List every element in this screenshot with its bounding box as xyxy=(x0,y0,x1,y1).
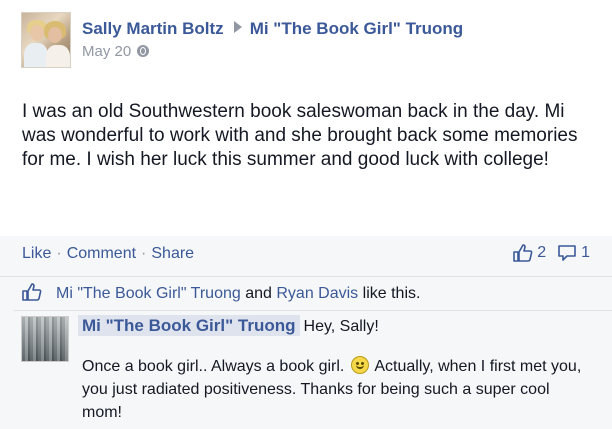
comment-bubble-icon[interactable] xyxy=(557,244,581,261)
likes-suffix: like this. xyxy=(362,285,421,302)
action-bar: Like · Comment · Share xyxy=(22,245,195,262)
post-date[interactable]: May 20 xyxy=(82,43,131,60)
comment-header: Mi "The Book Girl" Truong Hey, Sally! xyxy=(78,315,379,336)
smiley-icon xyxy=(350,356,369,374)
likes-summary: Mi "The Book Girl" Truong and Ryan Davis… xyxy=(22,283,420,303)
commenter-link[interactable]: Mi "The Book Girl" Truong xyxy=(78,315,300,336)
liker-link[interactable]: Mi "The Book Girl" Truong xyxy=(56,285,241,302)
post-body: I was an old Southwestern book saleswoma… xyxy=(22,101,578,170)
like-count[interactable]: 2 xyxy=(537,244,546,261)
divider xyxy=(14,310,612,311)
post-card: Sally Martin Boltz Mi "The Book Girl" Tru… xyxy=(0,0,612,429)
comment-count[interactable]: 1 xyxy=(581,244,590,261)
thumbs-up-icon[interactable] xyxy=(513,244,537,262)
author-link[interactable]: Sally Martin Boltz xyxy=(82,19,224,38)
commenter-avatar[interactable] xyxy=(21,316,69,362)
comment-button[interactable]: Comment xyxy=(67,245,136,262)
thumbs-up-icon xyxy=(22,283,42,301)
post-footer: Like · Comment · Share 2 1 Mi "The Book Girl… xyxy=(0,236,612,429)
divider xyxy=(0,276,612,277)
share-button[interactable]: Share xyxy=(151,245,194,262)
comment-body: Once a book girl.. Always a book girl. A… xyxy=(82,355,582,424)
target-link[interactable]: Mi "The Book Girl" Truong xyxy=(250,19,464,38)
post-meta: May 20 xyxy=(82,43,150,60)
post-header: Sally Martin Boltz Mi "The Book Girl" Tru… xyxy=(82,19,463,39)
like-button[interactable]: Like xyxy=(22,245,51,262)
author-avatar[interactable] xyxy=(21,12,71,68)
likes-and: and xyxy=(245,285,272,302)
comment-greeting: Hey, Sally! xyxy=(303,318,379,335)
comment-text-before: Once a book girl.. Always a book girl. xyxy=(82,358,345,375)
liker-link[interactable]: Ryan Davis xyxy=(276,285,358,302)
arrow-right-icon xyxy=(233,21,242,33)
globe-icon[interactable] xyxy=(137,45,150,57)
engagement-counts: 2 1 xyxy=(513,244,590,262)
